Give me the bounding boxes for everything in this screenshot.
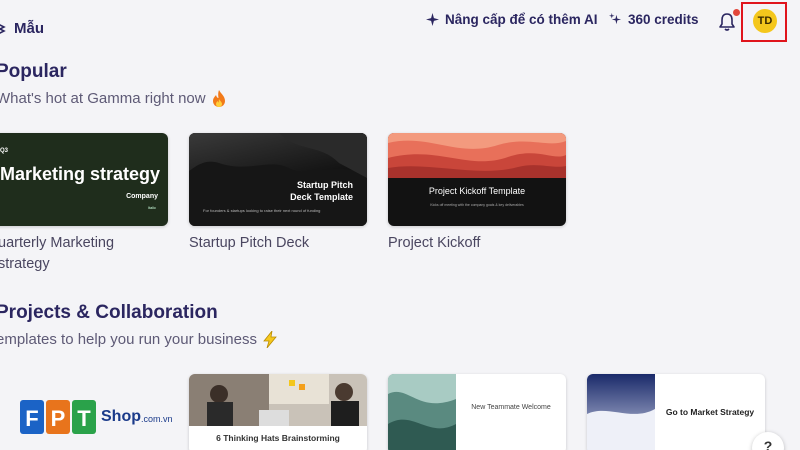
template-card-marketing[interactable]: Q3 Marketing strategy Company Italic [0, 133, 168, 226]
template-card-thinking-hats[interactable]: 6 Thinking Hats Brainstorming [189, 374, 367, 450]
template-card-teammate-welcome[interactable]: New Teammate Welcome [388, 374, 566, 450]
section-title-popular: Popular [0, 61, 67, 82]
upgrade-button[interactable]: Nâng cấp để có thêm AI [426, 12, 598, 27]
card-label-project-kickoff[interactable]: Project Kickoff [388, 233, 480, 254]
thumb-title: Startup Pitch Deck Template [290, 180, 353, 202]
thumb-title: Marketing strategy [0, 164, 161, 184]
breadcrumb-label: Mẫu [14, 20, 44, 37]
watermark-shop: Shop [101, 408, 141, 425]
section-title-projects: Projects & Collaboration [0, 302, 218, 323]
top-bar: Mẫu Nâng cấp để có thêm AI 360 credits T… [0, 0, 800, 50]
thumb-title: 6 Thinking Hats Brainstorming [216, 433, 340, 443]
help-button[interactable]: ? [752, 432, 784, 450]
user-avatar[interactable]: TD [753, 9, 777, 33]
thumb-wave-image [388, 374, 456, 450]
credits-sparkle-icon [609, 13, 622, 25]
lightning-icon [263, 331, 277, 348]
upgrade-label: Nâng cấp để có thêm AI [445, 12, 598, 27]
thumb-company: Company [126, 193, 158, 200]
credits-label: 360 credits [628, 12, 699, 27]
fpt-shop-watermark: F P T Shop .com.vn [18, 398, 173, 436]
thumb-company-sub: Italic [147, 205, 156, 210]
fire-icon [212, 90, 225, 107]
svg-text:F: F [25, 406, 38, 431]
credits-button[interactable]: 360 credits [609, 12, 699, 27]
thumb-wave-image [388, 133, 566, 178]
thumb-title: New Teammate Welcome [471, 404, 551, 411]
sparkle-icon [426, 13, 439, 26]
thumb-gradient-image [587, 374, 655, 450]
thumb-meeting-photo [189, 374, 367, 426]
watermark-domain: .com.vn [141, 414, 173, 424]
svg-text:P: P [51, 406, 66, 431]
template-card-go-to-market[interactable]: Go to Market Strategy [587, 374, 765, 450]
section-subtitle-popular: What's hot at Gamma right now [0, 90, 226, 107]
template-card-startup-pitch[interactable]: Startup Pitch Deck Template For founders… [189, 133, 367, 226]
card-label-marketing[interactable]: uarterly Marketing strategy [0, 233, 148, 275]
thumb-quarter: Q3 [0, 148, 9, 154]
notification-dot [733, 9, 740, 16]
thumb-title: Project Kickoff Template [428, 186, 526, 196]
subtitle-text: What's hot at Gamma right now [0, 90, 206, 107]
thumb-subtitle: Kicks off meeting with the company goals… [430, 203, 524, 207]
section-subtitle-projects: emplates to help you run your business [0, 331, 277, 348]
thumb-subtitle: For founders & startups looking to raise… [203, 208, 321, 213]
card-label-startup-pitch[interactable]: Startup Pitch Deck [189, 233, 309, 254]
templates-icon [0, 23, 6, 34]
thumb-title: Go to Market Strategy [665, 407, 755, 417]
template-card-project-kickoff[interactable]: Project Kickoff Template Kicks off meeti… [388, 133, 566, 226]
subtitle-text: emplates to help you run your business [0, 331, 257, 348]
svg-text:T: T [77, 406, 91, 431]
fpt-logo: F P T [20, 400, 96, 434]
breadcrumb[interactable]: Mẫu [0, 20, 44, 37]
